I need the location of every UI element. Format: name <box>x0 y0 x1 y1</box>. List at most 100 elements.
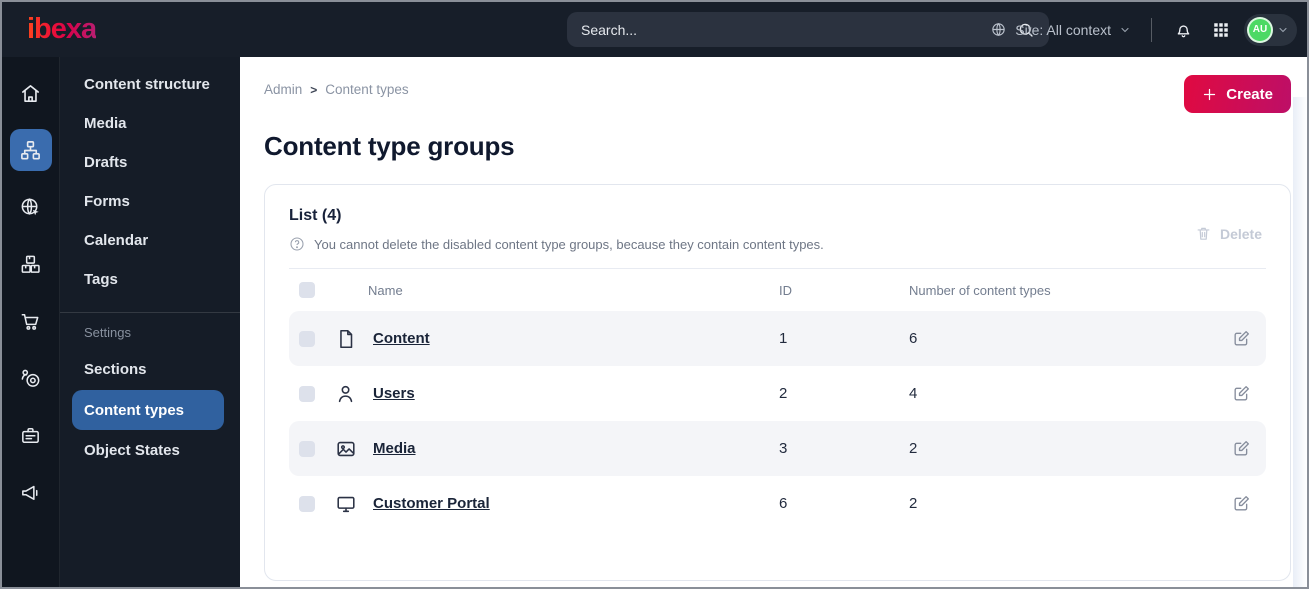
globe-icon <box>992 23 1006 36</box>
group-count: 2 <box>909 440 918 457</box>
group-count: 2 <box>909 495 918 512</box>
delete-button-label: Delete <box>1219 225 1262 242</box>
trash-icon <box>1197 227 1210 240</box>
group-link-media[interactable]: Media <box>373 440 416 457</box>
select-all-checkbox[interactable] <box>299 282 315 298</box>
breadcrumb-content-types: Content types <box>325 82 409 97</box>
create-button[interactable]: Create <box>1184 75 1291 113</box>
table-row: Media 3 2 <box>289 421 1266 476</box>
sidebar-item-media[interactable]: Media <box>60 104 240 143</box>
help-circle-icon <box>290 237 304 251</box>
sidebar-item-content-types[interactable]: Content types <box>72 390 224 430</box>
topbar: ibexa Site: All context AU <box>2 2 1307 57</box>
monitor-icon <box>337 496 355 512</box>
topbar-actions: Site: All context AU <box>990 2 1297 57</box>
breadcrumb: Admin > Content types <box>264 82 409 97</box>
group-id: 3 <box>779 440 788 457</box>
app-switcher-button[interactable] <box>1206 15 1236 45</box>
column-header-id: ID <box>779 282 792 298</box>
plus-icon <box>1204 88 1216 100</box>
edit-icon <box>1233 331 1249 346</box>
row-checkbox[interactable] <box>299 330 315 347</box>
global-search[interactable] <box>567 12 1049 47</box>
sidebar-item-tags[interactable]: Tags <box>60 260 240 299</box>
site-context-selector[interactable]: Site: All context <box>990 21 1131 38</box>
chevron-down-icon <box>1279 27 1287 32</box>
topbar-divider <box>1151 17 1152 42</box>
app-grid-icon <box>1214 22 1228 37</box>
table-row: Customer Portal 6 2 <box>289 476 1266 531</box>
list-count-title: List (4) <box>289 207 342 224</box>
group-link-users[interactable]: Users <box>373 385 415 402</box>
group-count: 4 <box>909 385 918 402</box>
notifications-button[interactable] <box>1168 15 1198 45</box>
edit-icon <box>1233 441 1249 456</box>
menu-divider <box>60 312 240 313</box>
edit-icon <box>1233 496 1249 511</box>
breadcrumb-admin[interactable]: Admin <box>264 82 302 97</box>
catalog-icon <box>21 255 40 273</box>
rail-item-campaign[interactable] <box>10 471 52 513</box>
page-title: Content type groups <box>264 131 515 161</box>
rail-item-personalization[interactable] <box>10 357 52 399</box>
corporate-icon <box>22 427 39 443</box>
content-structure-icon <box>21 140 40 159</box>
rail-item-corporate[interactable] <box>10 414 52 456</box>
settings-section-label: Settings <box>84 325 131 340</box>
image-icon <box>337 441 355 456</box>
delete-button[interactable]: Delete <box>1195 225 1262 242</box>
chevron-down-icon <box>1121 27 1129 32</box>
group-link-content[interactable]: Content <box>373 330 430 347</box>
breadcrumb-separator: > <box>310 82 318 97</box>
personalization-icon <box>21 369 40 387</box>
column-header-count: Number of content types <box>909 282 1051 298</box>
campaign-icon <box>22 485 38 500</box>
edit-button[interactable] <box>1226 434 1256 464</box>
edit-icon <box>1233 386 1249 401</box>
row-checkbox[interactable] <box>299 495 315 512</box>
logo-container: ibexa <box>2 13 240 46</box>
cart-icon <box>21 313 39 330</box>
rail-item-dashboard[interactable] <box>10 72 52 114</box>
column-header-name: Name <box>368 282 403 298</box>
create-button-label: Create <box>1226 85 1273 103</box>
group-id: 2 <box>779 385 788 402</box>
sidebar-menu: Content structure Media Drafts Forms Cal… <box>60 57 240 587</box>
delete-info-note: You cannot delete the disabled content t… <box>289 236 824 252</box>
table-header-row: Name ID Number of content types <box>289 269 1266 311</box>
edit-button[interactable] <box>1226 379 1256 409</box>
rail-item-content[interactable] <box>9 129 52 171</box>
content-type-groups-card: List (4) You cannot delete the disabled … <box>264 184 1291 581</box>
edit-button[interactable] <box>1226 489 1256 519</box>
file-icon <box>340 329 353 348</box>
sidebar-item-content-structure[interactable]: Content structure <box>60 65 240 104</box>
row-checkbox[interactable] <box>299 385 315 402</box>
avatar: AU <box>1247 16 1273 43</box>
group-count: 6 <box>909 330 918 347</box>
rail-item-commerce[interactable] <box>10 300 52 342</box>
edit-button[interactable] <box>1226 324 1256 354</box>
sidebar-item-forms[interactable]: Forms <box>60 182 240 221</box>
group-id: 1 <box>779 330 788 347</box>
user-icon <box>338 385 353 402</box>
table-row: Users 2 4 <box>289 366 1266 421</box>
user-menu[interactable]: AU <box>1244 13 1297 46</box>
sidebar-item-drafts[interactable]: Drafts <box>60 143 240 182</box>
rail-item-catalog[interactable] <box>10 243 52 285</box>
home-icon <box>22 84 39 102</box>
bell-icon <box>1177 25 1189 38</box>
site-icon <box>21 197 39 215</box>
sidebar-icon-rail <box>2 57 60 587</box>
row-checkbox[interactable] <box>299 440 315 457</box>
sidebar-item-object-states[interactable]: Object States <box>60 431 240 470</box>
app-window: ibexa Site: All context AU <box>0 0 1309 589</box>
rail-item-site[interactable] <box>10 186 52 228</box>
sidebar-item-calendar[interactable]: Calendar <box>60 221 240 260</box>
delete-info-text: You cannot delete the disabled content t… <box>314 236 824 252</box>
ibexa-logo[interactable]: ibexa <box>27 13 97 45</box>
group-link-customer-portal[interactable]: Customer Portal <box>373 495 490 512</box>
sidebar-item-sections[interactable]: Sections <box>60 350 240 389</box>
search-input[interactable] <box>581 21 1017 38</box>
site-context-label: Site: All context <box>1015 21 1111 38</box>
group-id: 6 <box>779 495 788 512</box>
